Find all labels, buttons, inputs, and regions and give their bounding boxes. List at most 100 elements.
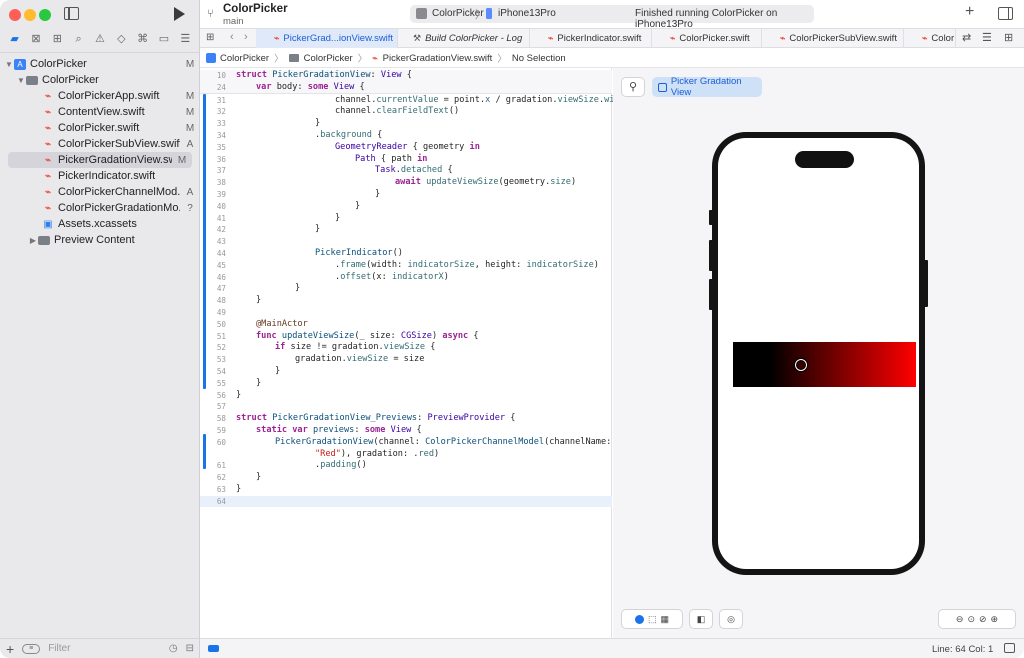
chevron-right-icon[interactable]: ▶ bbox=[28, 236, 38, 245]
inspector-toggle-icon[interactable] bbox=[998, 7, 1013, 20]
add-editor-icon[interactable]: ⊞ bbox=[1004, 31, 1013, 44]
canvas-layout-icon[interactable] bbox=[1004, 643, 1015, 653]
tree-item-file[interactable]: ⌁ ColorPickerGradationMo... ? bbox=[0, 200, 200, 216]
picker-indicator[interactable] bbox=[795, 359, 807, 371]
tab-color-picker[interactable]: ⌁ ColorPicker.swift bbox=[652, 29, 762, 48]
target-icon: ◎ bbox=[727, 613, 735, 624]
tab-build-log[interactable]: ⚒ Build ColorPicker - Log bbox=[398, 29, 530, 48]
tab-picker-gradation[interactable]: ⌁ PickerGrad...ionView.swift bbox=[256, 29, 398, 48]
close-window-button[interactable] bbox=[9, 9, 21, 21]
back-icon[interactable]: ‹ bbox=[230, 31, 234, 43]
navigator-toggle-icon[interactable] bbox=[64, 7, 79, 20]
zoom-fit-icon[interactable]: ⊘ bbox=[979, 614, 987, 625]
library-add-button[interactable]: + bbox=[965, 3, 974, 21]
jump-bar-folder[interactable]: ColorPicker bbox=[304, 53, 353, 64]
editor-options-icon[interactable]: ☰ bbox=[982, 31, 992, 44]
code-line: 63} bbox=[216, 483, 242, 494]
report-icon[interactable]: ☰ bbox=[179, 33, 191, 45]
jump-bar-project[interactable]: ColorPicker bbox=[220, 53, 269, 64]
git-status: M bbox=[185, 122, 195, 134]
filter-input[interactable]: Filter bbox=[48, 643, 161, 654]
tree-item-file[interactable]: ⌁ ColorPickerSubView.swift A bbox=[0, 136, 200, 152]
zoom-in-icon[interactable]: ⊕ bbox=[991, 614, 999, 625]
chevron-right-icon: 〉 bbox=[475, 9, 486, 21]
device-settings-icon: ◧ bbox=[696, 613, 706, 624]
live-preview-button[interactable]: ⬚ ▦ bbox=[621, 609, 683, 629]
tab-picker-indicator[interactable]: ⌁ PickerIndicator.swift bbox=[530, 29, 652, 48]
run-button[interactable] bbox=[174, 7, 185, 21]
code-line: 48} bbox=[216, 295, 262, 306]
code-line: 53 gradation.viewSize = size bbox=[216, 354, 425, 365]
pin-icon[interactable]: ⚲ bbox=[621, 77, 645, 97]
tree-item-label: PickerIndicator.swift bbox=[58, 170, 156, 182]
jump-bar-selection[interactable]: No Selection bbox=[512, 53, 566, 64]
preview-canvas: ⚲ Picker Gradation View ⬚ ▦ ◧ ◎ ⊖ ⊙ ⊘ ⊕ bbox=[613, 68, 1024, 638]
chevron-down-icon[interactable]: ▼ bbox=[16, 76, 26, 85]
zoom-window-button[interactable] bbox=[39, 9, 51, 21]
scm-filter-icon[interactable]: ⊟ bbox=[186, 643, 194, 654]
red-gradation-picker[interactable] bbox=[733, 342, 916, 387]
activity-view: ColorPicker 〉 iPhone13Pro Finished runni… bbox=[410, 5, 814, 30]
search-icon[interactable]: ⌕ bbox=[73, 33, 85, 45]
tree-item-label: ColorPickerChannelMod... bbox=[58, 186, 180, 198]
warning-icon[interactable]: ⚠ bbox=[94, 33, 106, 45]
branch-icon: ⑂ bbox=[207, 8, 214, 20]
tree-item-label: Assets.xcassets bbox=[58, 218, 137, 230]
tree-item-label: ContentView.swift bbox=[58, 106, 145, 118]
source-editor[interactable]: 10 struct PickerGradationView: View { 24 v… bbox=[200, 68, 630, 638]
filter-options-icon[interactable]: ≡ bbox=[22, 643, 41, 654]
tree-item-file[interactable]: ⌁ PickerIndicator.swift bbox=[0, 168, 200, 184]
test-icon[interactable]: ◇ bbox=[115, 33, 127, 45]
folder-icon[interactable]: ▰ bbox=[9, 33, 21, 45]
branch-name[interactable]: main bbox=[223, 16, 244, 27]
zoom-out-icon[interactable]: ⊖ bbox=[956, 614, 964, 625]
tree-item-file[interactable]: ⌁ ColorPickerChannelMod... A bbox=[0, 184, 200, 200]
tree-item-file[interactable]: ⌁ ContentView.swift M bbox=[0, 104, 200, 120]
tree-item-file-selected[interactable]: ⌁ PickerGradationView.swift M bbox=[8, 152, 192, 168]
code-line: 39} bbox=[216, 188, 381, 199]
tab-color-picker-subview[interactable]: ⌁ ColorPickerSubView.swift bbox=[762, 29, 904, 48]
recent-files-icon[interactable]: ◷ bbox=[169, 643, 178, 654]
swift-file-icon: ⌁ bbox=[274, 33, 280, 43]
code-line: 10 struct PickerGradationView: View { bbox=[200, 70, 612, 82]
code-line: 54} bbox=[216, 365, 281, 376]
forward-icon[interactable]: › bbox=[244, 31, 248, 43]
source-control-icon[interactable]: ⊠ bbox=[30, 33, 42, 45]
debug-icon[interactable]: ⌘ bbox=[137, 33, 149, 45]
tree-item-file[interactable]: ⌁ ColorPicker.swift M bbox=[0, 120, 200, 136]
tree-item-project[interactable]: ▼ A ColorPicker M bbox=[0, 56, 200, 72]
destination-selector[interactable]: iPhone13Pro bbox=[498, 8, 556, 19]
tree-item-folder[interactable]: ▶ Preview Content bbox=[0, 232, 200, 248]
swift-file-icon: ⌁ bbox=[922, 33, 928, 43]
code-line: 45 .frame(width: indicatorSize, height: i… bbox=[216, 259, 599, 270]
tree-item-file[interactable]: ⌁ ColorPickerApp.swift M bbox=[0, 88, 200, 104]
symbol-icon[interactable]: ⊞ bbox=[51, 33, 63, 45]
code-line: 32 channel.clearFieldText() bbox=[216, 106, 460, 117]
power-button bbox=[924, 260, 928, 307]
swift-file-icon: ⌁ bbox=[548, 33, 554, 43]
status-bar: Line: 64 Col: 1 bbox=[200, 638, 1024, 658]
swift-file-icon: ⌁ bbox=[44, 106, 52, 118]
breakpoint-icon[interactable]: ▭ bbox=[158, 33, 170, 45]
zoom-100-icon[interactable]: ⊙ bbox=[967, 614, 975, 625]
split-editor-icon[interactable]: ⇄ bbox=[962, 31, 971, 44]
debug-area-toggle-icon[interactable] bbox=[208, 645, 219, 652]
code-line: 43 bbox=[216, 237, 226, 247]
tab-label: Color bbox=[931, 33, 955, 44]
tab-overflow[interactable]: ⌁ Color bbox=[904, 29, 956, 48]
chevron-right-icon: 〉 bbox=[357, 54, 368, 65]
preview-device-button[interactable]: ◎ bbox=[719, 609, 743, 629]
tree-item-folder[interactable]: ▼ ColorPicker bbox=[0, 72, 200, 88]
jump-bar-file[interactable]: PickerGradationView.swift bbox=[383, 53, 493, 64]
code-line: 34 .background { bbox=[216, 129, 383, 140]
variants-icon: ▦ bbox=[660, 613, 670, 624]
minimize-window-button[interactable] bbox=[24, 9, 36, 21]
add-file-button[interactable]: + bbox=[6, 641, 14, 657]
tree-item-assets[interactable]: ▣ Assets.xcassets bbox=[0, 216, 200, 232]
grid-icon[interactable]: ⊞ bbox=[206, 32, 214, 43]
device-settings-button[interactable]: ◧ bbox=[689, 609, 713, 629]
preview-selector-button[interactable]: Picker Gradation View bbox=[652, 76, 762, 98]
code-line: 37 Task.detached { bbox=[216, 165, 453, 176]
chevron-down-icon[interactable]: ▼ bbox=[4, 60, 14, 69]
code-line: 24 var body: some View { bbox=[200, 82, 612, 94]
